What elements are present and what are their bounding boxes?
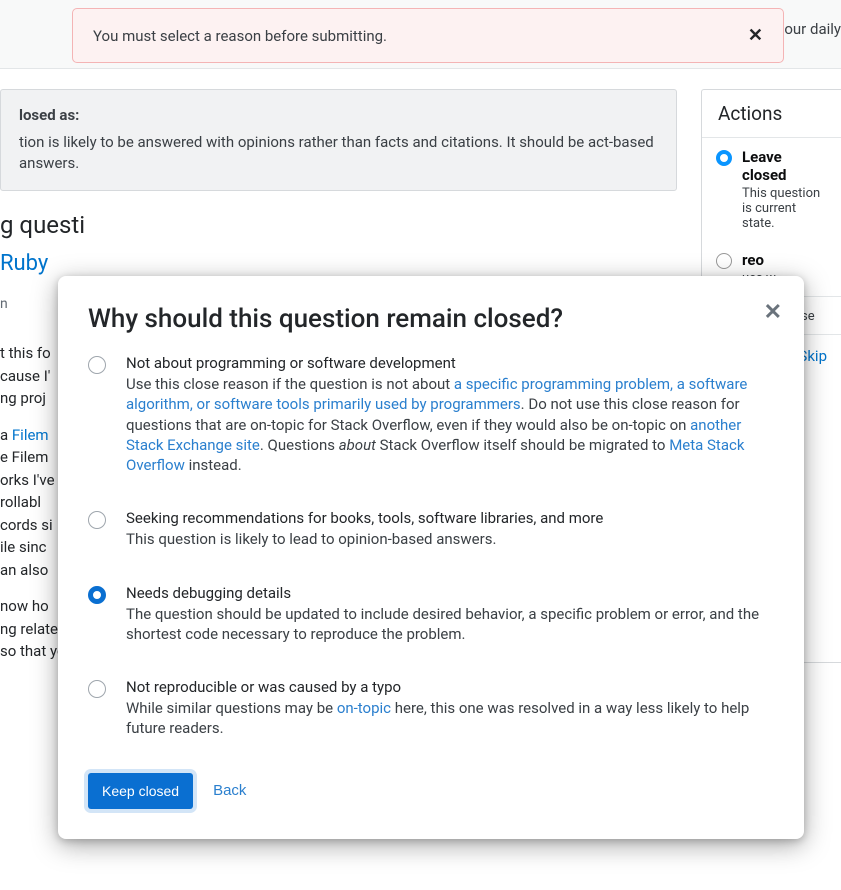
keep-closed-button[interactable]: Keep closed [88,773,193,809]
close-icon[interactable]: ✕ [748,25,763,46]
reason-recommendations[interactable]: Seeking recommendations for books, tools… [88,509,774,549]
radio-selected-icon[interactable] [88,586,106,604]
reason-title: Not about programming or software develo… [126,354,774,372]
close-reason-modal: ✕ Why should this question remain closed… [58,276,804,839]
reason-description: The question should be updated to includ… [126,604,774,645]
modal-title: Why should this question remain closed? [88,304,774,334]
reason-not-reproducible[interactable]: Not reproducible or was caused by a typo… [88,678,774,739]
radio-unselected-icon[interactable] [88,680,106,698]
help-link[interactable]: on-topic [337,699,391,717]
alert-text: You must select a reason before submitti… [93,27,387,45]
close-icon[interactable]: ✕ [764,300,782,325]
reason-description: While similar questions may be on-topic … [126,698,774,739]
reason-debugging-details[interactable]: Needs debugging details The question sho… [88,584,774,645]
reason-description: This question is likely to lead to opini… [126,529,603,549]
reason-not-programming[interactable]: Not about programming or software develo… [88,354,774,475]
back-button[interactable]: Back [213,782,246,799]
reason-title: Not reproducible or was caused by a typo [126,678,774,696]
reason-title: Needs debugging details [126,584,774,602]
radio-unselected-icon[interactable] [88,511,106,529]
radio-unselected-icon[interactable] [88,356,106,374]
modal-actions: Keep closed Back [88,773,774,809]
reason-title: Seeking recommendations for books, tools… [126,509,603,527]
validation-alert: You must select a reason before submitti… [72,8,784,63]
reason-description: Use this close reason if the question is… [126,374,774,475]
